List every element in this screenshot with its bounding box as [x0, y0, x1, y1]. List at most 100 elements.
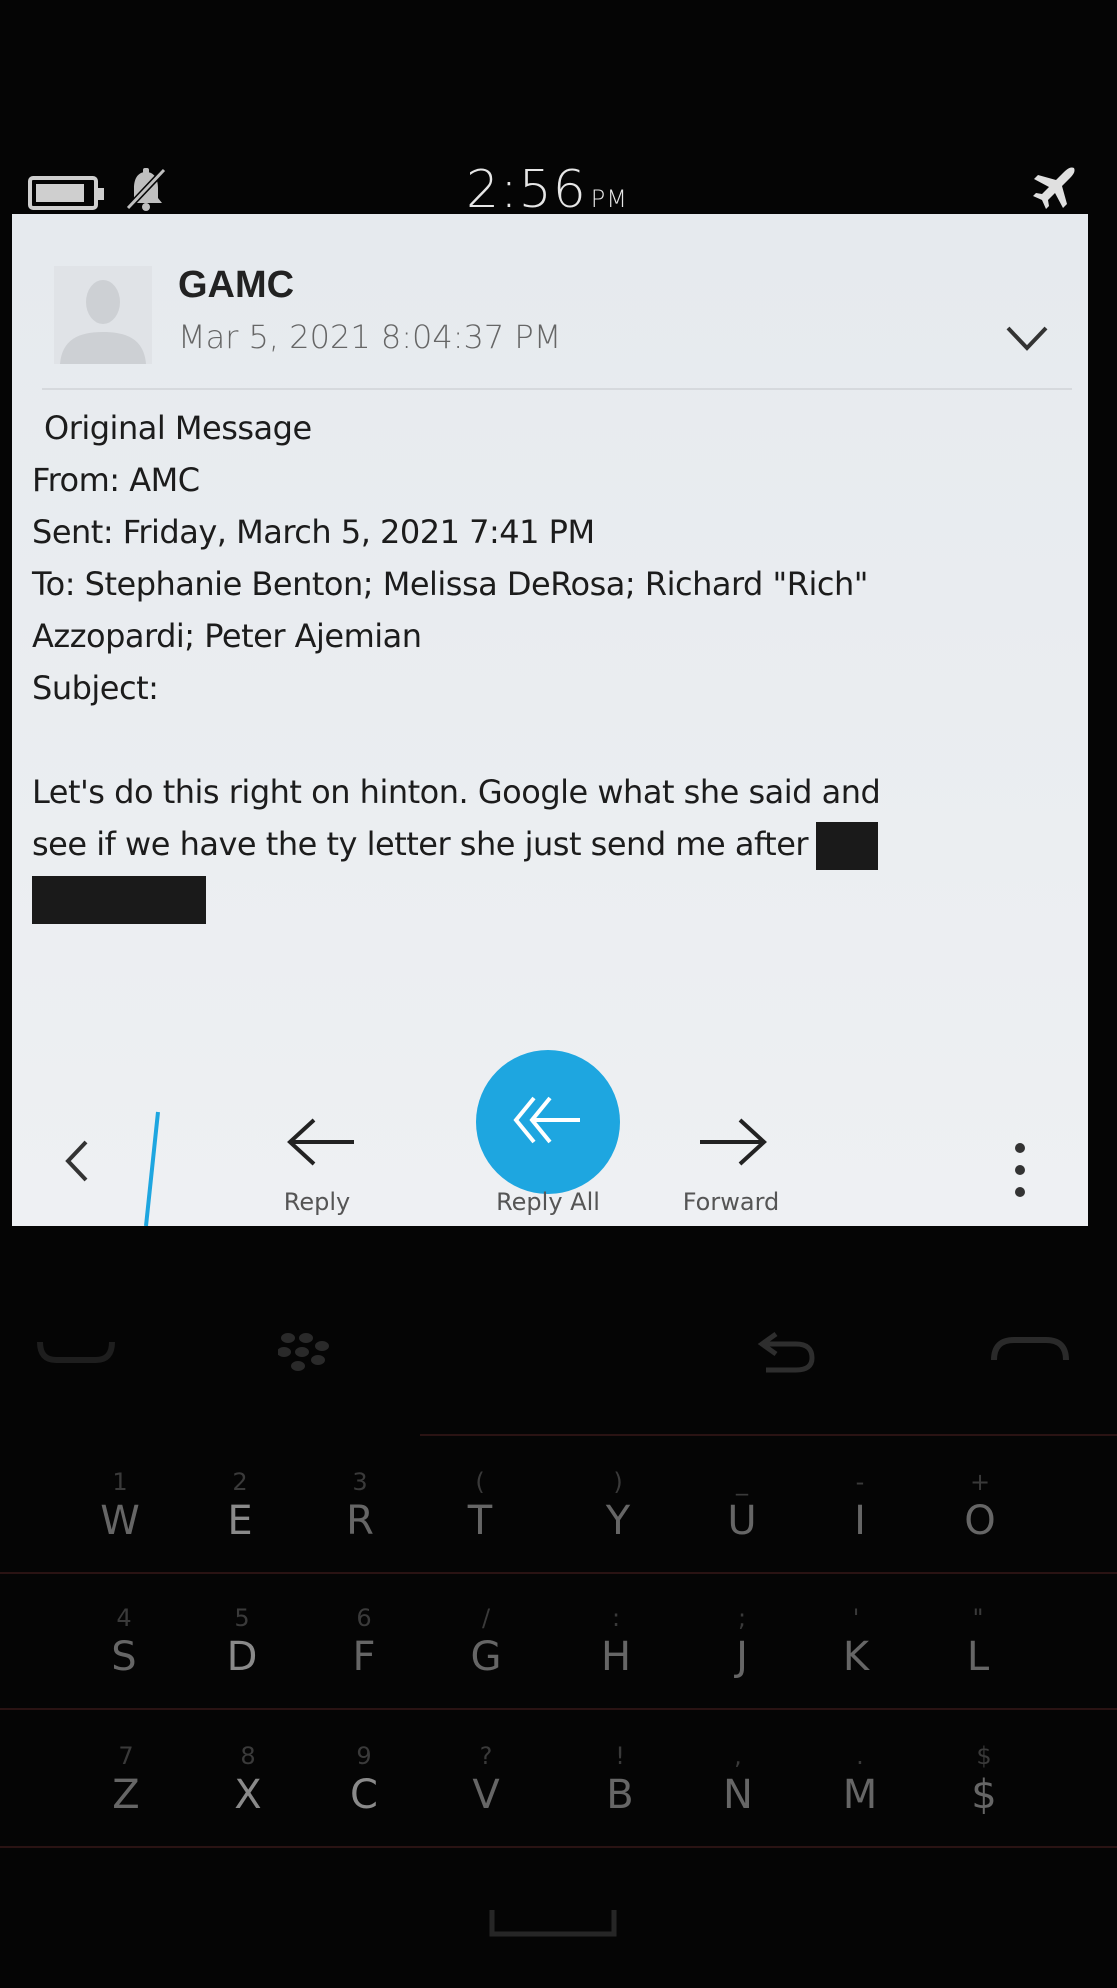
- reply-all-fab[interactable]: [476, 1050, 620, 1194]
- key-letter: Y: [605, 1498, 631, 1544]
- key-alt: 3: [352, 1468, 368, 1496]
- status-clock: 2:56 PM: [466, 160, 628, 220]
- key-letter: V: [472, 1772, 500, 1818]
- key-letter: R: [346, 1498, 374, 1544]
- key-r[interactable]: 3R: [330, 1468, 390, 1544]
- key-letter: W: [100, 1498, 140, 1544]
- redaction-block: [816, 822, 879, 870]
- key-letter: L: [966, 1634, 990, 1680]
- key-alt: -: [855, 1468, 865, 1496]
- key-n[interactable]: ,N: [708, 1742, 768, 1818]
- keyboard-row-divider: [0, 1846, 1117, 1848]
- chevron-down-icon[interactable]: [1002, 318, 1052, 358]
- key-alt: ;: [737, 1604, 747, 1632]
- email-viewer: GAMC Mar 5, 2021 8:04:37 PM Original Mes…: [12, 214, 1088, 1226]
- sender-name: GAMC: [178, 264, 295, 306]
- message-datetime: Mar 5, 2021 8:04:37 PM: [178, 318, 562, 356]
- keyboard-row-divider: [0, 1572, 1117, 1574]
- key-o[interactable]: + O: [950, 1468, 1010, 1544]
- key-k[interactable]: ' K: [826, 1604, 886, 1680]
- key-b[interactable]: ! B: [590, 1742, 650, 1818]
- notifications-muted-icon: [125, 167, 167, 211]
- key-alt: ": [972, 1604, 984, 1632]
- spacebar-icon[interactable]: [488, 1906, 618, 1940]
- reply-arrow-icon: [287, 1118, 354, 1166]
- key-c[interactable]: 9C: [334, 1742, 394, 1818]
- key-alt: 7: [118, 1742, 134, 1770]
- key-alt: 2: [232, 1468, 248, 1496]
- key-j[interactable]: ; J: [712, 1604, 772, 1680]
- blackberry-menu-key-icon[interactable]: [278, 1330, 338, 1374]
- key-letter: K: [842, 1634, 870, 1680]
- battery-icon: [28, 176, 104, 210]
- key-alt: +: [969, 1468, 991, 1496]
- key-letter: O: [964, 1498, 996, 1544]
- key-alt: ?: [479, 1742, 493, 1770]
- call-key-icon[interactable]: [36, 1336, 116, 1366]
- key-d[interactable]: 5D: [212, 1604, 272, 1680]
- key-alt: :: [611, 1604, 621, 1632]
- key-alt: 1: [112, 1468, 128, 1496]
- key-letter: B: [606, 1772, 634, 1818]
- key-alt: .: [856, 1742, 864, 1770]
- key-m[interactable]: .M: [830, 1742, 890, 1818]
- contact-avatar-icon: [54, 266, 152, 364]
- body-line: Original Message: [44, 409, 312, 447]
- key-alt: 6: [356, 1604, 372, 1632]
- end-call-key-icon[interactable]: [990, 1334, 1070, 1364]
- key-alt: $: [976, 1742, 992, 1770]
- key-h[interactable]: :H: [586, 1604, 646, 1680]
- key-alt: 9: [356, 1742, 372, 1770]
- key-letter: S: [111, 1634, 137, 1680]
- key-alt: (: [475, 1468, 485, 1496]
- body-line: Sent: Friday, March 5, 2021 7:41 PM: [32, 513, 595, 551]
- reply-all-label: Reply All: [496, 1188, 600, 1216]
- keyboard-row-divider: [0, 1708, 1117, 1710]
- key-u[interactable]: _ U: [712, 1468, 772, 1544]
- body-line-with-redaction: see if we have the ty letter she just se…: [32, 818, 1082, 870]
- forward-label: Forward: [682, 1188, 780, 1216]
- key-letter: D: [226, 1634, 258, 1680]
- key-letter: $: [971, 1772, 997, 1818]
- key-letter: T: [467, 1498, 493, 1544]
- key-v[interactable]: ? V: [456, 1742, 516, 1818]
- clock-time: 2:56: [466, 160, 587, 220]
- more-options-icon[interactable]: [1012, 1142, 1028, 1198]
- key-letter: C: [350, 1772, 378, 1818]
- key-letter: E: [227, 1498, 253, 1544]
- key-s[interactable]: 4S: [94, 1604, 154, 1680]
- key-letter: F: [352, 1634, 376, 1680]
- body-line: To: Stephanie Benton; Melissa DeRosa; Ri…: [32, 565, 868, 603]
- key-x[interactable]: 8X: [218, 1742, 278, 1818]
- body-line: Let's do this right on hinton. Google wh…: [32, 773, 881, 811]
- header-divider: [42, 388, 1072, 390]
- back-key-icon[interactable]: [756, 1326, 820, 1376]
- redacted-line: [32, 870, 1082, 924]
- key-letter: Z: [112, 1772, 140, 1818]
- key-dollar[interactable]: $ $: [954, 1742, 1014, 1818]
- key-alt: 5: [234, 1604, 250, 1632]
- body-line-text: see if we have the ty letter she just se…: [32, 825, 809, 863]
- key-alt: 8: [240, 1742, 256, 1770]
- message-body: Original Message From: AMC Sent: Friday,…: [32, 402, 1082, 924]
- body-line: From: AMC: [32, 461, 200, 499]
- key-w[interactable]: 1W: [90, 1468, 150, 1544]
- key-i[interactable]: -I: [830, 1468, 890, 1544]
- key-g[interactable]: / G: [456, 1604, 516, 1680]
- key-alt: /: [481, 1604, 491, 1632]
- key-z[interactable]: 7Z: [96, 1742, 156, 1818]
- key-alt: ': [852, 1604, 860, 1632]
- key-letter: I: [854, 1498, 866, 1544]
- key-letter: J: [736, 1634, 748, 1680]
- key-f[interactable]: 6F: [334, 1604, 394, 1680]
- key-letter: G: [470, 1634, 502, 1680]
- key-alt: 4: [116, 1604, 132, 1632]
- key-y[interactable]: ) Y: [588, 1468, 648, 1544]
- back-chevron-icon[interactable]: [62, 1136, 92, 1186]
- clock-ampm: PM: [590, 185, 628, 213]
- key-l[interactable]: " L: [948, 1604, 1008, 1680]
- key-t[interactable]: (T: [450, 1468, 510, 1544]
- airplane-mode-icon: [1033, 167, 1075, 209]
- key-e[interactable]: 2E: [210, 1468, 270, 1544]
